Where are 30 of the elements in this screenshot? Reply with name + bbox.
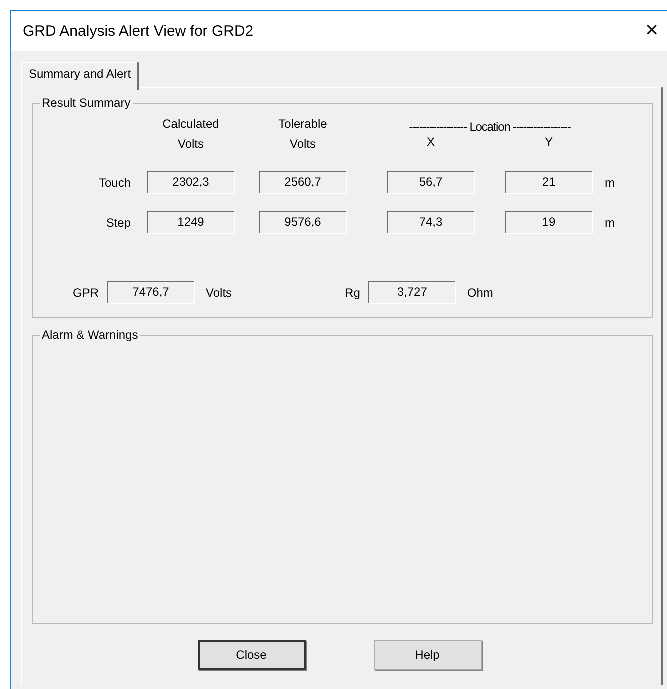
value-field: 1249 — [147, 211, 235, 234]
dialog-button[interactable]: Help — [374, 640, 482, 670]
dialog-button[interactable]: Close — [198, 640, 306, 670]
unit-label: Volts — [206, 286, 232, 300]
unit-label: m — [605, 176, 616, 190]
window-title: GRD Analysis Alert View for GRD2 — [23, 22, 254, 40]
value-field: 2560,7 — [259, 171, 347, 194]
value-field: 7476,7 — [107, 281, 196, 304]
column-header: ----------------- Location ----------------- — [409, 120, 571, 134]
tab[interactable]: Summary and Alert — [21, 62, 140, 90]
field-label: Rg — [345, 286, 360, 300]
value-field: 74,3 — [387, 211, 475, 234]
group-title: Result Summary — [41, 96, 132, 110]
field-label: GPR — [73, 286, 100, 300]
column-header: Y — [544, 134, 553, 148]
value-field: 9576,6 — [259, 211, 347, 234]
row-label: Step — [105, 216, 132, 230]
row-label: Touch — [98, 176, 132, 190]
value-field: 2302,3 — [147, 171, 235, 194]
unit-label: m — [605, 216, 616, 230]
value-field: 19 — [505, 211, 593, 234]
value-field: 3,727 — [368, 281, 456, 304]
close-button[interactable]: ✕ — [634, 16, 667, 46]
unit-label: Ohm — [467, 286, 494, 300]
value-field: 56,7 — [387, 171, 475, 194]
column-header: X — [426, 134, 435, 148]
column-header: Tolerable Volts — [278, 116, 328, 153]
value-field: 21 — [505, 171, 593, 194]
column-header: Calculated Volts — [162, 116, 220, 153]
group-title: Alarm & Warnings — [41, 328, 140, 342]
